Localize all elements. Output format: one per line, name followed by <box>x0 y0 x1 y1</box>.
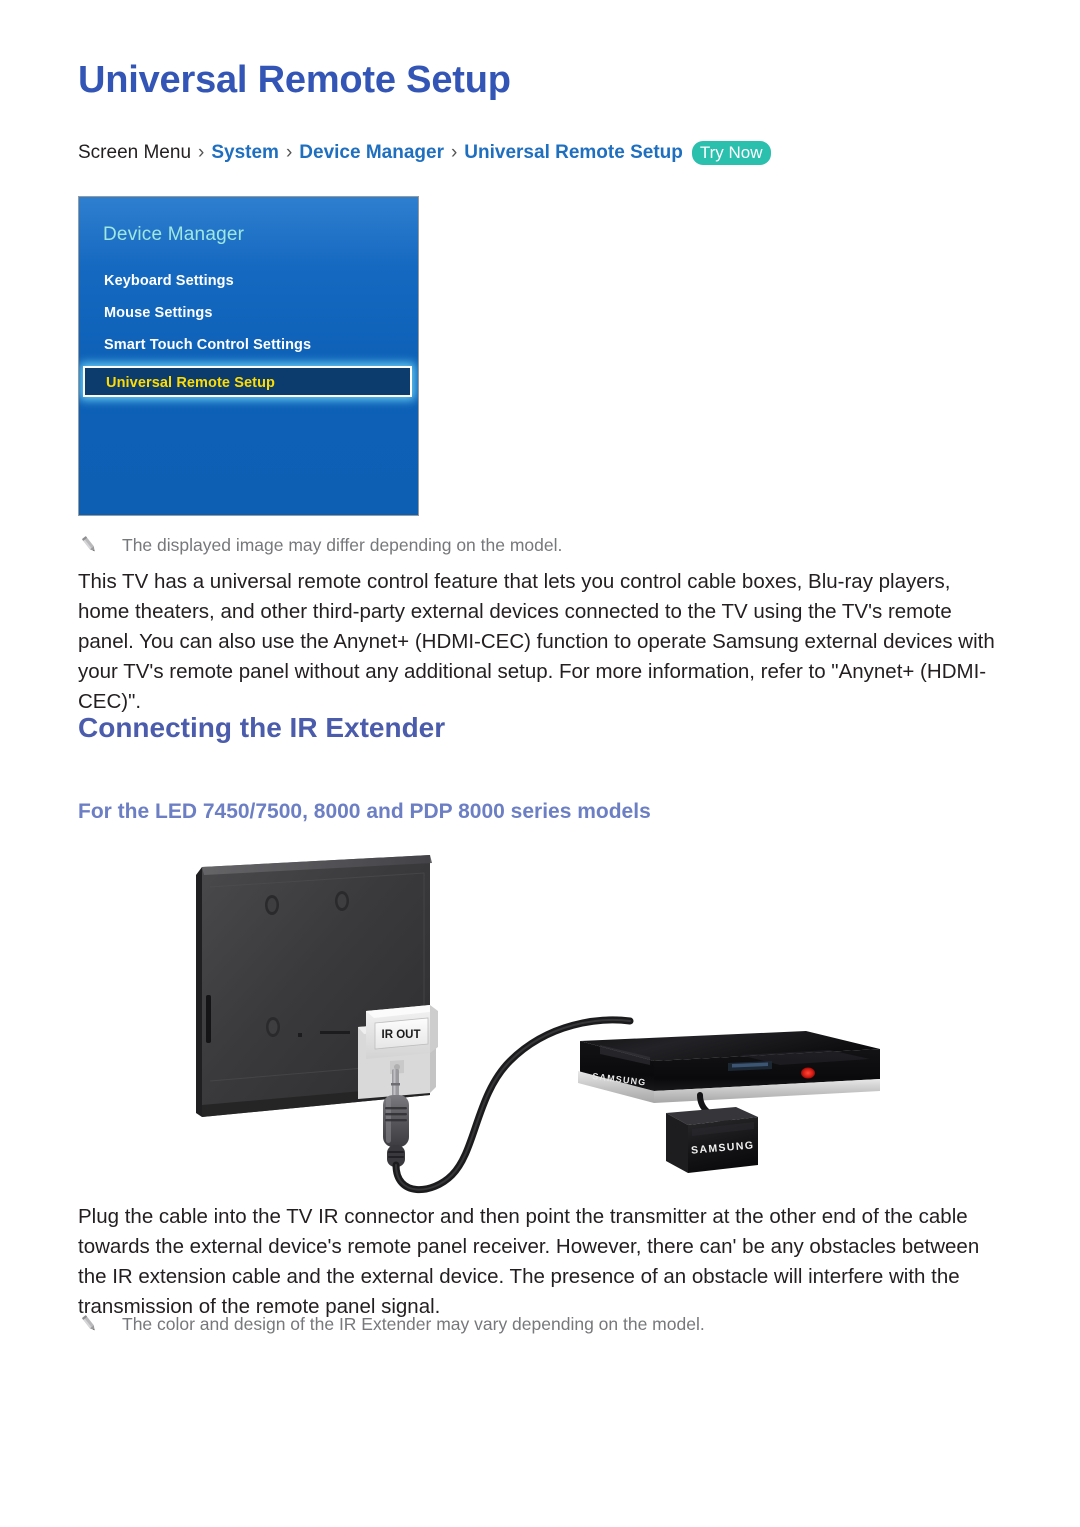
pencil-icon <box>78 1313 100 1335</box>
ir-extender-diagram: IR OUT SAMSUNG SAMSUNG <box>180 845 910 1195</box>
try-now-badge[interactable]: Try Now <box>691 141 771 165</box>
breadcrumb-root: Screen Menu <box>78 142 192 163</box>
tv-menu-screenshot: Device Manager Keyboard Settings Mouse S… <box>78 196 419 516</box>
breadcrumb-separator-2: › <box>285 142 293 163</box>
tv-menu-title: Device Manager <box>103 224 245 245</box>
breadcrumb-item-universal-remote-setup[interactable]: Universal Remote Setup <box>464 140 683 166</box>
tv-menu-item-mouse-settings[interactable]: Mouse Settings <box>79 297 418 329</box>
subsection-heading-models: For the LED 7450/7500, 8000 and PDP 8000… <box>78 800 651 823</box>
breadcrumb-separator-1: › <box>198 142 205 163</box>
instructions-paragraph: Plug the cable into the TV IR connector … <box>78 1205 980 1318</box>
note-displayed-image: The displayed image may differ depending… <box>78 533 562 557</box>
note-text: The color and design of the IR Extender … <box>122 1314 705 1334</box>
page-title: Universal Remote Setup <box>78 59 511 101</box>
ir-out-label-text: IR OUT <box>382 1029 421 1041</box>
external-device-player: SAMSUNG <box>578 1031 880 1103</box>
section-heading-connecting-ir-extender: Connecting the IR Extender <box>78 712 446 743</box>
breadcrumb-separator-3: › <box>450 142 458 163</box>
tv-menu-item-universal-remote-setup[interactable]: Universal Remote Setup <box>83 366 412 397</box>
note-ir-extender-color: The color and design of the IR Extender … <box>78 1312 705 1336</box>
tv-menu-item-keyboard-settings[interactable]: Keyboard Settings <box>79 265 418 297</box>
ir-transmitter: SAMSUNG <box>666 1107 758 1173</box>
breadcrumb-item-device-manager[interactable]: Device Manager <box>299 140 444 166</box>
note-text: The displayed image may differ depending… <box>122 535 563 555</box>
intro-paragraph: This TV has a universal remote control f… <box>78 570 995 713</box>
tv-menu-list: Keyboard Settings Mouse Settings Smart T… <box>79 265 418 397</box>
tv-menu-item-smart-touch-control-settings[interactable]: Smart Touch Control Settings <box>79 329 418 361</box>
breadcrumb-item-system[interactable]: System <box>211 140 279 166</box>
breadcrumb: Screen Menu › System › Device Manager › … <box>78 140 771 166</box>
status-led <box>801 1067 815 1079</box>
document-page: Universal Remote Setup Screen Menu › Sys… <box>0 0 1080 1527</box>
pencil-icon <box>78 534 100 556</box>
